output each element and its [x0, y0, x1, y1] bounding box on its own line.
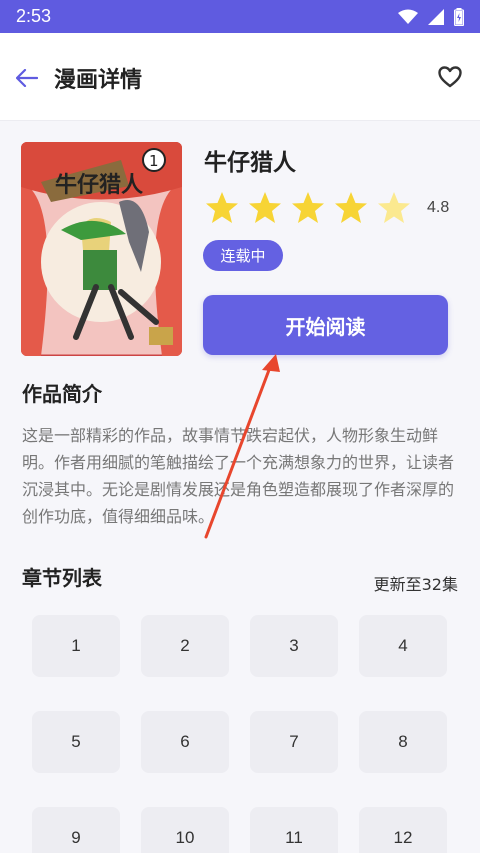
- star-icon: [335, 192, 367, 223]
- chapter-tile[interactable]: 12: [359, 807, 447, 853]
- star-icon: [206, 192, 238, 223]
- intro-text: 这是一部精彩的作品，故事情节跌宕起伏，人物形象生动鲜明。作者用细腻的笔触描绘了一…: [22, 426, 455, 526]
- chapter-tile[interactable]: 8: [359, 711, 447, 773]
- chapter-tile[interactable]: 9: [32, 807, 120, 853]
- back-button[interactable]: [12, 63, 42, 93]
- chapters-update-status: 更新至32集: [373, 575, 458, 594]
- status-bar: 2:53: [0, 0, 480, 33]
- svg-text:1: 1: [149, 152, 159, 170]
- chapter-tile[interactable]: 5: [32, 711, 120, 773]
- page-title: 漫画详情: [54, 68, 143, 93]
- intro-heading: 作品简介: [22, 382, 102, 406]
- star-half-icon: [378, 192, 410, 223]
- chapter-tile[interactable]: 4: [359, 615, 447, 677]
- star-icon: [249, 192, 281, 223]
- chapter-grid: 1 2 3 4 5 6 7 8 9 10 11 12: [32, 615, 448, 853]
- star-icon: [292, 192, 324, 223]
- chapter-tile[interactable]: 6: [141, 711, 229, 773]
- chapters-heading: 章节列表: [22, 566, 102, 590]
- heart-icon: [438, 66, 462, 88]
- chapter-tile[interactable]: 7: [250, 711, 338, 773]
- status-icons: [398, 7, 464, 26]
- cover-illustration: 牛仔猎人 1: [21, 142, 182, 356]
- rating-value: 4.8: [427, 199, 450, 216]
- status-time: 2:53: [16, 6, 52, 26]
- rating-stars: [204, 190, 412, 226]
- wifi-icon: [398, 9, 418, 24]
- svg-text:牛仔猎人: 牛仔猎人: [55, 172, 143, 198]
- arrow-left-icon: [16, 69, 38, 87]
- signal-icon: [428, 8, 444, 25]
- favorite-button[interactable]: [436, 63, 464, 91]
- chapter-tile[interactable]: 3: [250, 615, 338, 677]
- chapter-tile[interactable]: 11: [250, 807, 338, 853]
- comic-title: 牛仔猎人: [204, 150, 296, 176]
- chapter-tile[interactable]: 1: [32, 615, 120, 677]
- comic-cover-image[interactable]: 牛仔猎人 1: [21, 142, 182, 356]
- battery-icon: [454, 7, 464, 26]
- app-bar: 漫画详情: [0, 33, 480, 121]
- chapter-tile[interactable]: 10: [141, 807, 229, 853]
- status-badge: 连载中: [203, 240, 283, 271]
- chapter-tile[interactable]: 2: [141, 615, 229, 677]
- start-reading-button[interactable]: 开始阅读: [203, 295, 448, 355]
